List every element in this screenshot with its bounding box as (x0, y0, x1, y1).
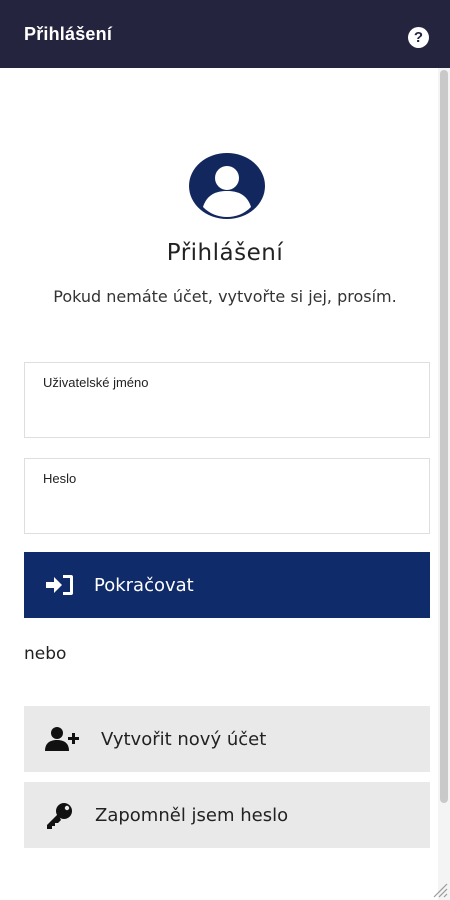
user-plus-icon (45, 727, 79, 751)
password-input[interactable] (43, 493, 413, 523)
continue-button[interactable]: Pokračovat (24, 552, 430, 618)
sign-in-icon (46, 575, 73, 595)
password-field[interactable]: Heslo (24, 458, 430, 534)
forgot-password-label: Zapomněl jsem heslo (95, 805, 289, 826)
page-subtitle: Pokud nemáte účet, vytvořte si jej, pros… (53, 287, 397, 306)
window-titlebar: Přihlášení ? (0, 0, 450, 68)
create-account-button[interactable]: Vytvořit nový účet (24, 706, 430, 772)
user-circle-icon (189, 153, 265, 219)
resize-grip-icon[interactable] (428, 878, 448, 898)
window-title: Přihlášení (24, 24, 113, 44)
continue-button-label: Pokračovat (94, 575, 194, 596)
username-field[interactable]: Uživatelské jméno (24, 362, 430, 438)
username-label: Uživatelské jméno (43, 375, 149, 390)
username-input[interactable] (43, 397, 413, 427)
create-account-label: Vytvořit nový účet (101, 729, 267, 750)
password-label: Heslo (43, 471, 77, 486)
key-icon (47, 803, 72, 829)
question-circle-icon[interactable]: ? (408, 27, 429, 48)
or-separator: nebo (24, 644, 67, 664)
scrollbar-thumb[interactable] (440, 70, 448, 803)
page-heading: Přihlášení (166, 240, 284, 266)
forgot-password-button[interactable]: Zapomněl jsem heslo (24, 782, 430, 848)
